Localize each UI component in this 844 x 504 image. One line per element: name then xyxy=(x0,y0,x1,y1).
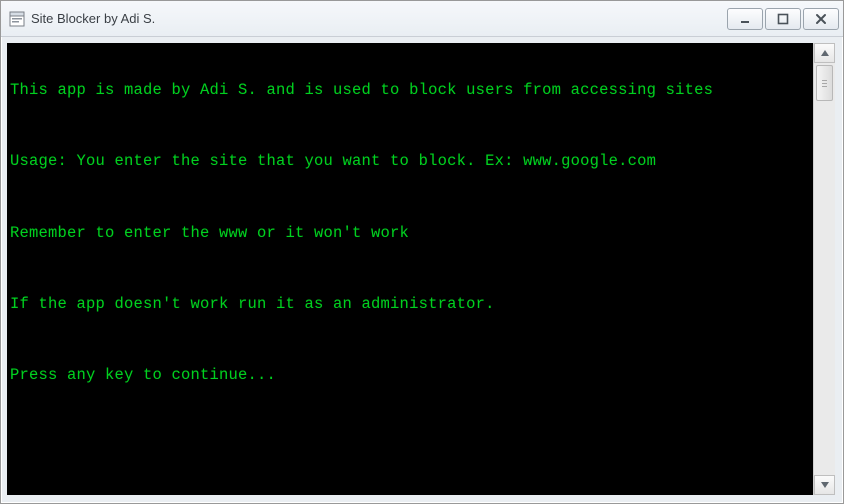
app-icon xyxy=(9,11,25,27)
scroll-down-arrow-icon[interactable] xyxy=(814,475,835,495)
scroll-thumb[interactable] xyxy=(816,65,833,101)
vertical-scrollbar[interactable] xyxy=(813,43,835,495)
client-area: This app is made by Adi S. and is used t… xyxy=(1,37,843,503)
minimize-button[interactable] xyxy=(727,8,763,30)
console-line: If the app doesn't work run it as an adm… xyxy=(10,296,810,314)
console-line: Remember to enter the www or it won't wo… xyxy=(10,225,810,243)
scroll-up-arrow-icon[interactable] xyxy=(814,43,835,63)
console-line: Press any key to continue... xyxy=(10,367,810,385)
window-title: Site Blocker by Adi S. xyxy=(31,11,727,26)
console-line: Usage: You enter the site that you want … xyxy=(10,153,810,171)
console-output[interactable]: This app is made by Adi S. and is used t… xyxy=(7,43,813,495)
close-button[interactable] xyxy=(803,8,839,30)
scroll-track[interactable] xyxy=(814,63,835,475)
application-window: Site Blocker by Adi S. This app is made … xyxy=(0,0,844,504)
titlebar[interactable]: Site Blocker by Adi S. xyxy=(1,1,843,37)
maximize-button[interactable] xyxy=(765,8,801,30)
console-line: This app is made by Adi S. and is used t… xyxy=(10,82,810,100)
window-controls xyxy=(727,8,839,30)
